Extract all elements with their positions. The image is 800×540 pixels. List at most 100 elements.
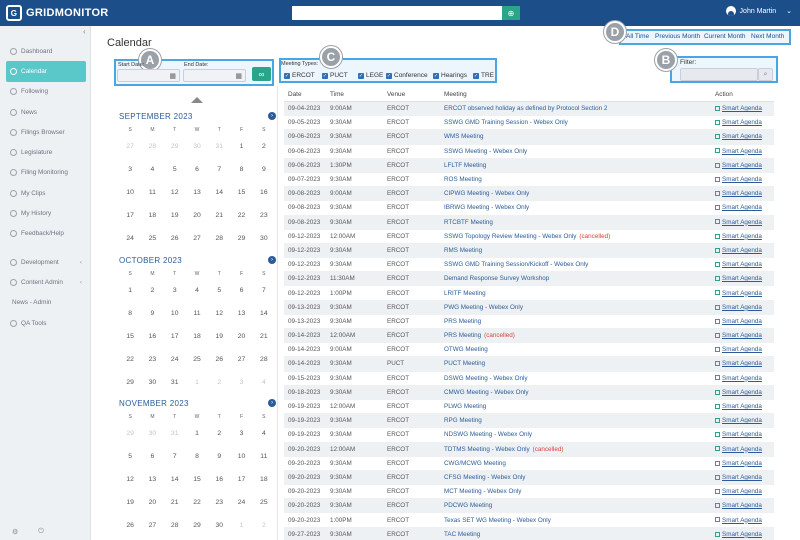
meeting-link[interactable]: RPG Meeting xyxy=(444,417,482,424)
calendar-day[interactable]: 16 xyxy=(208,476,230,483)
calendar-day[interactable]: 9 xyxy=(253,166,275,173)
calendar-day[interactable]: 29 xyxy=(119,379,141,386)
calendar-day[interactable]: 18 xyxy=(186,333,208,340)
calendar-day[interactable]: 7 xyxy=(253,287,275,294)
filter-search-button[interactable]: ⌕ xyxy=(758,68,773,81)
calendar-day[interactable]: 14 xyxy=(208,189,230,196)
next-month-icon[interactable]: › xyxy=(268,256,276,264)
quick-range-next-month[interactable]: Next Month xyxy=(751,33,784,40)
calendar-day[interactable]: 12 xyxy=(119,476,141,483)
col-meeting[interactable]: Meeting xyxy=(444,91,715,98)
calendar-day[interactable]: 22 xyxy=(119,356,141,363)
calendar-day[interactable]: 20 xyxy=(186,212,208,219)
calendar-day[interactable]: 26 xyxy=(208,356,230,363)
calendar-icon[interactable]: ▦ xyxy=(235,72,242,80)
meeting-type-checkbox-lege[interactable]: ✓ LEGE xyxy=(358,72,383,79)
calendar-day[interactable]: 13 xyxy=(186,189,208,196)
meeting-link[interactable]: SSWG GMD Training Session/Kickoff - Webe… xyxy=(444,261,588,268)
meeting-link[interactable]: TDTMS Meeting - Webex Only xyxy=(444,446,530,453)
col-venue[interactable]: Venue xyxy=(387,91,444,98)
calendar-day[interactable]: 4 xyxy=(253,379,275,386)
calendar-day[interactable]: 1 xyxy=(186,379,208,386)
smart-agenda-link[interactable]: Smart Agenda xyxy=(722,460,762,467)
calendar-day[interactable]: 3 xyxy=(164,287,186,294)
calendar-day[interactable]: 21 xyxy=(208,212,230,219)
calendar-day[interactable]: 5 xyxy=(164,166,186,173)
smart-agenda-link[interactable]: Smart Agenda xyxy=(722,531,762,538)
calendar-day[interactable]: 1 xyxy=(119,287,141,294)
calendar-day[interactable]: 27 xyxy=(186,235,208,242)
sidebar-item-qa-tools[interactable]: QA Tools xyxy=(6,313,86,333)
calendar-day[interactable]: 9 xyxy=(208,453,230,460)
sidebar-item-my-clips[interactable]: My Clips xyxy=(6,183,86,203)
calendar-day[interactable]: 7 xyxy=(164,453,186,460)
smart-agenda-link[interactable]: Smart Agenda xyxy=(722,304,762,311)
calendar-day[interactable]: 29 xyxy=(164,143,186,150)
meeting-link[interactable]: SSWG GMD Training Session - Webex Only xyxy=(444,119,568,126)
meeting-link[interactable]: ERCOT observed holiday as defined by Pro… xyxy=(444,105,607,112)
quick-range-all-time[interactable]: All Time xyxy=(626,33,649,40)
smart-agenda-link[interactable]: Smart Agenda xyxy=(722,446,762,453)
meeting-link[interactable]: RMS Meeting xyxy=(444,247,482,254)
meeting-link[interactable]: Texas SET WG Meeting - Webex Only xyxy=(444,517,551,524)
end-date-input[interactable]: ▦ xyxy=(183,69,246,82)
search-button[interactable]: ⊕ xyxy=(502,6,520,20)
calendar-day[interactable]: 6 xyxy=(141,453,163,460)
checkbox-icon[interactable]: ✓ xyxy=(284,72,290,79)
meeting-link[interactable]: OTWG Meeting xyxy=(444,346,488,353)
calendar-day[interactable]: 29 xyxy=(186,522,208,529)
sidebar-item-calendar[interactable]: Calendar xyxy=(6,61,86,82)
checkbox-icon[interactable]: ✓ xyxy=(322,72,328,79)
checkbox-icon[interactable]: ✓ xyxy=(358,72,364,79)
go-button[interactable]: ∞ xyxy=(252,67,271,81)
calendar-day[interactable]: 31 xyxy=(208,143,230,150)
calendar-day[interactable]: 20 xyxy=(141,499,163,506)
calendar-day[interactable]: 4 xyxy=(253,430,275,437)
smart-agenda-link[interactable]: Smart Agenda xyxy=(722,431,762,438)
calendar-day[interactable]: 26 xyxy=(119,522,141,529)
calendar-day[interactable]: 12 xyxy=(164,189,186,196)
calendar-day[interactable]: 2 xyxy=(253,522,275,529)
power-icon[interactable]: ⏻ xyxy=(38,528,44,536)
calendar-day[interactable]: 15 xyxy=(119,333,141,340)
calendar-day[interactable]: 17 xyxy=(164,333,186,340)
meeting-link[interactable]: LFLTF Meeting xyxy=(444,162,486,169)
calendar-day[interactable]: 27 xyxy=(230,356,252,363)
calendar-day[interactable]: 7 xyxy=(208,166,230,173)
calendar-day[interactable]: 8 xyxy=(119,310,141,317)
checkbox-icon[interactable]: ✓ xyxy=(433,72,439,79)
calendar-day[interactable]: 15 xyxy=(186,476,208,483)
calendar-day[interactable]: 23 xyxy=(141,356,163,363)
calendar-day[interactable]: 23 xyxy=(253,212,275,219)
sidebar-item-development[interactable]: Development ‹ xyxy=(6,252,86,272)
calendar-day[interactable]: 14 xyxy=(164,476,186,483)
filter-input[interactable] xyxy=(680,68,758,81)
calendar-day[interactable]: 25 xyxy=(186,356,208,363)
meeting-link[interactable]: CFSG Meeting - Webex Only xyxy=(444,474,525,481)
meeting-type-checkbox-conference[interactable]: ✓ Conference xyxy=(386,72,428,79)
calendar-day[interactable]: 2 xyxy=(208,379,230,386)
smart-agenda-link[interactable]: Smart Agenda xyxy=(722,517,762,524)
smart-agenda-link[interactable]: Smart Agenda xyxy=(722,219,762,226)
calendar-day[interactable]: 30 xyxy=(141,430,163,437)
chevron-left-icon[interactable]: ‹ xyxy=(80,279,82,286)
calendar-day[interactable]: 13 xyxy=(230,310,252,317)
calendar-day[interactable]: 5 xyxy=(119,453,141,460)
calendar-day[interactable]: 17 xyxy=(119,212,141,219)
meeting-link[interactable]: RTCBTF Meeting xyxy=(444,219,493,226)
logo[interactable]: G GRIDMONITOR xyxy=(6,5,109,21)
meeting-link[interactable]: IBRWG Meeting - Webex Only xyxy=(444,204,529,211)
smart-agenda-link[interactable]: Smart Agenda xyxy=(722,119,762,126)
calendar-day[interactable]: 19 xyxy=(119,499,141,506)
calendar-day[interactable]: 8 xyxy=(230,166,252,173)
calendar-day[interactable]: 19 xyxy=(208,333,230,340)
calendar-day[interactable]: 24 xyxy=(119,235,141,242)
calendar-day[interactable]: 22 xyxy=(230,212,252,219)
smart-agenda-link[interactable]: Smart Agenda xyxy=(722,204,762,211)
calendar-day[interactable]: 29 xyxy=(119,430,141,437)
meeting-link[interactable]: MCT Meeting - Webex Only xyxy=(444,488,521,495)
meeting-link[interactable]: DSWG Meeting - Webex Only xyxy=(444,375,528,382)
sidebar-item-news-admin[interactable]: News - Admin xyxy=(6,293,86,313)
calendar-icon[interactable]: ▦ xyxy=(169,72,176,80)
calendar-day[interactable]: 30 xyxy=(141,379,163,386)
